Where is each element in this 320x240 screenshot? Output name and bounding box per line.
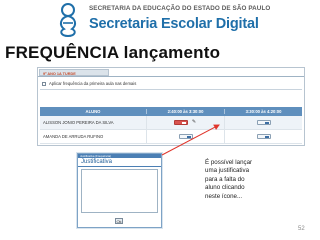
column-header-student: ALUNO [85,109,101,114]
tab-divider [38,76,304,77]
logo-main-text: Secretaria Escolar Digital [89,16,259,32]
apply-first-class-label: Aplicar frequência da primeira aula nas … [49,81,137,86]
column-header-period-2: 3:30:00 às 4:20:00 [224,109,302,114]
apply-first-class-checkbox[interactable] [42,81,46,86]
presence-toggle[interactable] [256,120,271,125]
annotation-line: para a falta do [205,175,245,183]
slide-title: FREQUÊNCIA lançamento [5,43,221,62]
class-tab[interactable]: 9º ANO 1A TURDE [39,69,109,76]
grid-header: ALUNO 2:40:00 às 3:30:00 3:30:00 às 4:20… [40,107,302,116]
annotation-text: É possível lançar uma justificativa para… [205,159,269,201]
annotation-line: aluno clicando [205,184,245,192]
student-name: AMANDA DE ARRUDA RUFINO [43,134,104,139]
apply-first-class-row: Aplicar frequência da primeira aula nas … [42,80,300,87]
dialog-title: Justificativa [78,158,161,167]
presence-toggle[interactable] [256,134,271,139]
annotation-line: neste ícone... [205,192,243,200]
annotation-line: uma justificativa [205,167,250,175]
frequency-panel: 9º ANO 1A TURDE Aplicar frequência da pr… [37,67,305,146]
table-row: ALISSON JONIO PEREIRA DA SILVA ✎ [40,116,302,130]
logo-top-text: SECRETARIA DA EDUCAÇÃO DO ESTADO DE SÃO … [89,5,271,12]
student-name: ALISSON JONIO PEREIRA DA SILVA [43,120,114,125]
absence-toggle[interactable] [174,120,188,125]
attendance-grid: ALUNO 2:40:00 às 3:30:00 3:30:00 às 4:20… [40,107,302,144]
graduation-logo-icon [59,3,77,37]
justification-textarea[interactable] [81,169,158,213]
attendance-cell-period-1: ✎ [146,116,224,129]
table-row: AMANDA DE ARRUDA RUFINO [40,130,302,144]
sed-logo: SECRETARIA DA EDUCAÇÃO DO ESTADO DE SÃO … [55,2,295,40]
attendance-cell-period-1 [146,130,224,143]
column-header-period-1: 2:40:00 às 3:30:00 [146,109,224,114]
ok-button[interactable]: Ok [115,218,123,224]
annotation-line: É possível lançar [205,159,253,166]
presence-toggle[interactable] [178,134,193,139]
page-number: 52 [298,226,305,232]
justification-dialog: Justificativa (Frequência) Justificativa… [77,153,162,228]
attendance-cell-period-2 [224,116,302,129]
pencil-icon[interactable]: ✎ [191,120,197,125]
attendance-cell-period-2 [224,130,302,143]
section-divider [40,89,302,90]
